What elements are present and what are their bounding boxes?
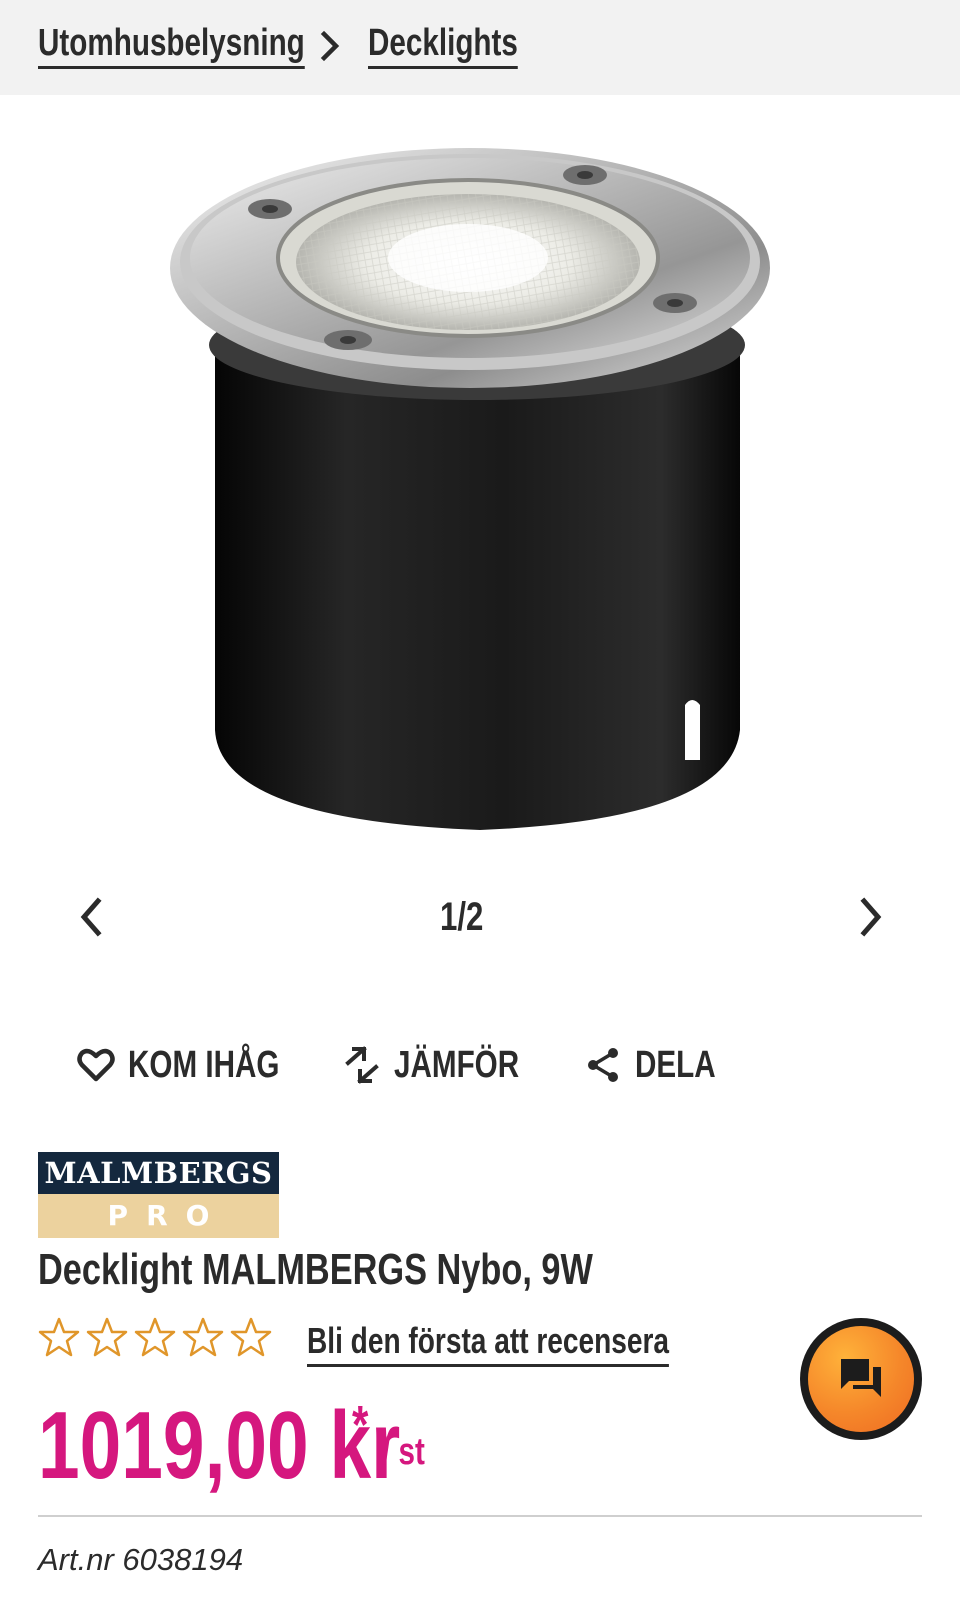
chat-icon — [841, 1359, 881, 1397]
star-outline-icon — [230, 1317, 272, 1357]
favorite-label: KOM IHÅG — [128, 1044, 280, 1086]
star-outline-icon — [38, 1317, 80, 1357]
chevron-left-icon[interactable] — [72, 895, 112, 939]
breadcrumb-link-decklights[interactable]: Decklights — [368, 20, 560, 69]
breadcrumb: Utomhusbelysning Decklights — [0, 0, 960, 95]
compare-icon — [345, 1046, 379, 1084]
brand-logo-sub: PRO — [38, 1194, 279, 1238]
divider — [38, 1515, 922, 1517]
brand-logo[interactable]: MALMBERGS PRO — [38, 1152, 279, 1238]
brand-logo-name: MALMBERGS — [38, 1152, 279, 1194]
share-icon — [588, 1048, 618, 1082]
chat-button-fill — [808, 1326, 914, 1432]
chevron-right-icon[interactable] — [850, 895, 890, 939]
image-counter: 1/2 — [440, 895, 484, 939]
share-label: DELA — [635, 1044, 716, 1086]
share-button[interactable]: DELA — [583, 1040, 738, 1090]
article-number: Art.nr 6038194 — [38, 1542, 244, 1577]
compare-button[interactable]: JÄMFÖR — [342, 1040, 554, 1090]
star-outline-icon — [134, 1317, 176, 1357]
star-outline-icon — [86, 1317, 128, 1357]
star-outline-icon — [182, 1317, 224, 1357]
rating-stars[interactable] — [38, 1316, 272, 1358]
product-image[interactable] — [150, 140, 810, 840]
chat-button[interactable] — [800, 1318, 922, 1440]
write-review-link[interactable]: Bli den första att recensera — [307, 1318, 771, 1367]
chevron-right-icon — [320, 30, 340, 62]
price-unit: / st — [382, 1431, 425, 1473]
heart-icon — [77, 1048, 115, 1082]
favorite-button[interactable]: KOM IHÅG — [76, 1040, 322, 1090]
product-title: Decklight MALMBERGS Nybo, 9W — [38, 1245, 593, 1294]
compare-label: JÄMFÖR — [394, 1044, 520, 1086]
price-footnote-marker: * — [352, 1395, 369, 1455]
